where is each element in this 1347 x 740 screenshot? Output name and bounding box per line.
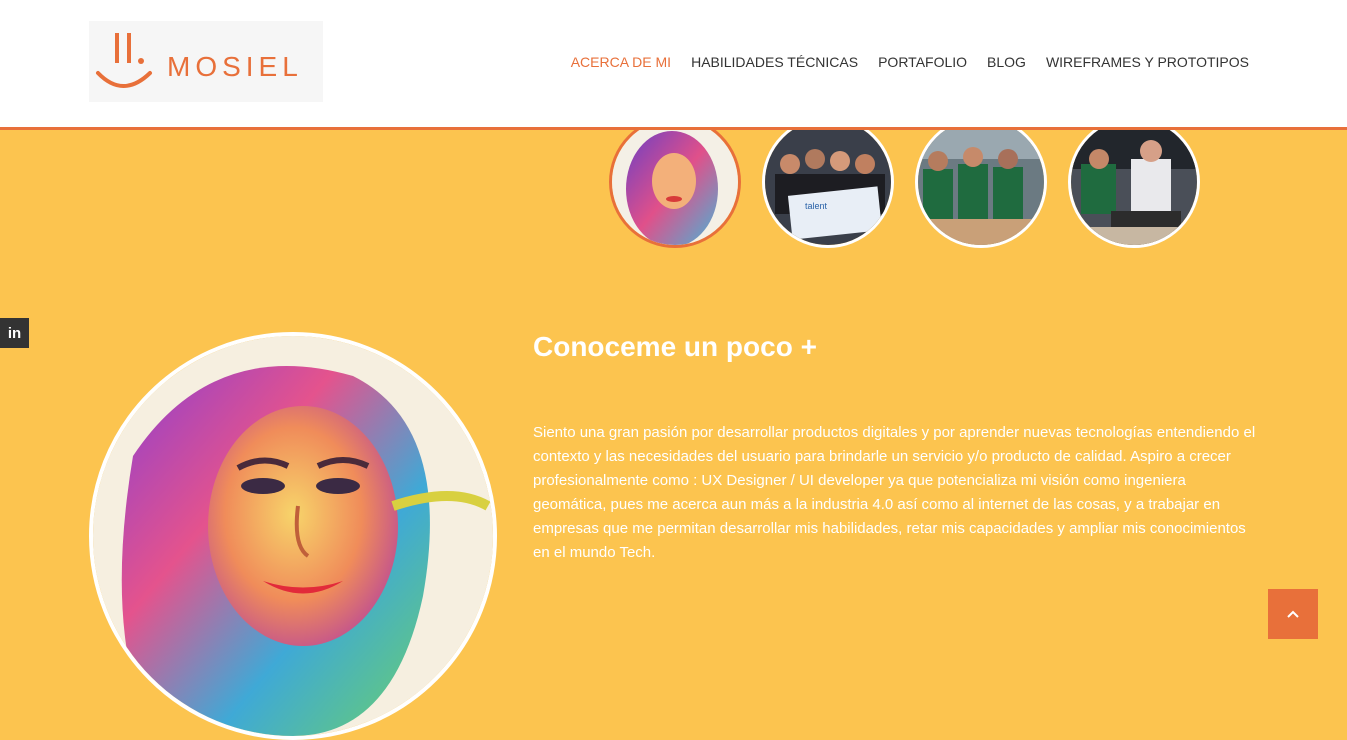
site-header: MOSIEL ACERCA DE MI HABILIDADES TÉCNICAS… (0, 0, 1347, 130)
about-title: Conoceme un poco + (533, 331, 817, 362)
nav-blog[interactable]: BLOG (987, 54, 1026, 70)
logo-text: MOSIEL (167, 51, 303, 82)
about-text: Siento una gran pasión por desarrollar p… (533, 424, 1256, 561)
back-to-top-button[interactable] (1268, 589, 1318, 639)
svg-text:talent: talent (805, 201, 828, 211)
chevron-up-icon (1287, 610, 1299, 618)
logo[interactable]: MOSIEL (89, 21, 323, 102)
nav-wireframes-y-prototipos[interactable]: WIREFRAMES Y PROTOTIPOS (1046, 54, 1249, 70)
linkedin-icon[interactable]: in (0, 318, 29, 348)
thumbnail-team-laptop[interactable] (1068, 116, 1200, 248)
main-nav: ACERCA DE MI HABILIDADES TÉCNICAS PORTAF… (571, 54, 1249, 70)
nav-habilidades-tecnicas[interactable]: HABILIDADES TÉCNICAS (691, 54, 858, 70)
logo-smile-icon (96, 33, 152, 88)
thumbnail-team-green[interactable] (915, 116, 1047, 248)
thumbnail-team-award[interactable]: talent (762, 116, 894, 248)
profile-portrait (89, 332, 497, 740)
thumbnail-profile[interactable] (609, 116, 741, 248)
nav-acerca-de-mi[interactable]: ACERCA DE MI (571, 54, 671, 70)
nav-portafolio[interactable]: PORTAFOLIO (878, 54, 967, 70)
